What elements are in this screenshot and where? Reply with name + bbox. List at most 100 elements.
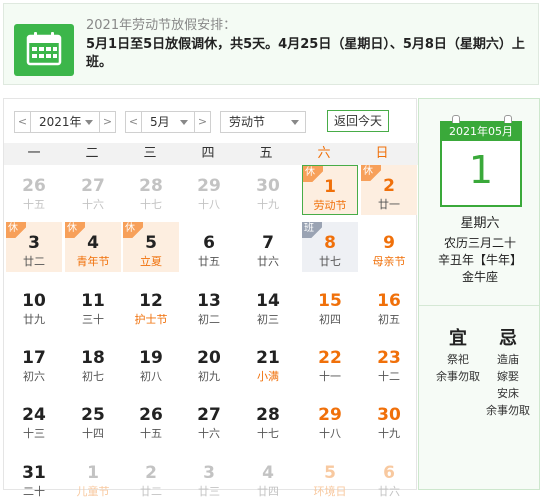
day-cell[interactable]: 9 母亲节 — [361, 222, 417, 272]
day-number: 27 — [81, 176, 105, 196]
day-number: 3 — [203, 462, 215, 483]
ji-list: 造庙 嫁娶 安床 余事勿取 — [480, 351, 536, 419]
prev-month-button[interactable]: < — [125, 111, 142, 133]
day-cell[interactable]: 26 十五 — [123, 394, 179, 444]
day-cell[interactable]: 27 十六 — [181, 394, 237, 444]
day-cell[interactable]: 班 8 廿七 — [302, 222, 358, 273]
day-number: 31 — [22, 462, 46, 483]
day-cell[interactable]: 11 三十 — [65, 280, 121, 330]
calendar-icon — [14, 24, 74, 76]
ji-item: 余事勿取 — [486, 404, 530, 417]
day-cell[interactable]: 28 十七 — [123, 165, 179, 215]
lunar-label: 廿四 — [257, 484, 279, 498]
lunar-label: 十八 — [319, 427, 341, 441]
day-cell[interactable]: 29 十八 — [181, 165, 237, 215]
day-number: 16 — [377, 290, 401, 311]
ji-title: 忌 — [499, 328, 517, 349]
divider — [419, 305, 539, 306]
day-number: 7 — [262, 233, 274, 254]
day-cell[interactable]: 18 初七 — [65, 337, 121, 387]
day-cell[interactable]: 4 廿四 — [240, 452, 296, 502]
day-cell[interactable]: 24 十三 — [6, 394, 62, 444]
prev-year-button[interactable]: < — [14, 111, 31, 133]
day-cell[interactable]: 1 儿童节 — [65, 452, 121, 502]
lunar-label: 三十 — [82, 312, 104, 326]
day-cell[interactable]: 休 2 廿一 — [361, 165, 417, 215]
day-cell[interactable]: 20 初九 — [181, 337, 237, 387]
day-cell[interactable]: 26 十五 — [6, 165, 62, 215]
next-year-button[interactable]: > — [99, 111, 116, 133]
lunar-label: 廿一 — [378, 198, 400, 211]
day-cell[interactable]: 17 初六 — [6, 337, 62, 387]
day-cell[interactable]: 休 3 廿二 — [6, 222, 62, 273]
ji-item: 安床 — [497, 387, 519, 400]
day-cell[interactable]: 29 十八 — [302, 394, 358, 444]
day-number: 29 — [318, 405, 342, 426]
yi-list: 祭祀 余事勿取 — [430, 351, 486, 385]
day-cell[interactable]: 7 廿六 — [240, 222, 296, 272]
day-cell[interactable]: 25 十四 — [65, 394, 121, 444]
year-select[interactable]: 2021年 — [30, 111, 100, 133]
day-number: 4 — [87, 233, 99, 254]
lunar-label: 廿二 — [140, 484, 162, 498]
lunar-label: 小满 — [257, 369, 279, 383]
lunar-label: 十九 — [257, 198, 279, 211]
weekday-label: 四 — [201, 146, 215, 161]
day-cell[interactable]: 休 5 立夏 — [123, 222, 179, 273]
chevron-down-icon — [180, 120, 188, 125]
lunar-label: 十九 — [378, 427, 400, 441]
next-month-button[interactable]: > — [194, 111, 211, 133]
month-select[interactable]: 5月 — [141, 111, 195, 133]
day-cell[interactable]: 休 4 青年节 — [65, 222, 121, 273]
day-number: 2 — [145, 462, 157, 483]
day-cell[interactable]: 3 廿三 — [181, 452, 237, 502]
day-number: 27 — [197, 405, 221, 426]
day-number: 5 — [324, 462, 336, 483]
weekday-label: 二 — [85, 146, 99, 161]
day-cell[interactable]: 22 十一 — [302, 337, 358, 387]
ji-item: 造庙 — [497, 353, 519, 366]
day-number: 20 — [197, 347, 221, 368]
lunar-label: 廿七 — [319, 255, 341, 269]
day-cell[interactable]: 28 十七 — [240, 394, 296, 444]
day-cell[interactable]: 12 护士节 — [123, 280, 179, 330]
back-to-today-button[interactable]: 返回今天 — [327, 110, 389, 132]
date-page-header: 2021年05月 — [442, 123, 520, 141]
day-cell[interactable]: 13 初二 — [181, 280, 237, 330]
lunar-label: 初四 — [319, 312, 341, 326]
day-cell[interactable]: 30 十九 — [240, 165, 296, 215]
day-cell[interactable]: 6 廿六 — [361, 452, 417, 502]
day-cell[interactable]: 30 十九 — [361, 394, 417, 444]
lunar-label: 初三 — [257, 312, 279, 326]
day-cell[interactable]: 31 二十 — [6, 452, 62, 502]
chevron-down-icon — [85, 120, 93, 125]
day-cell[interactable]: 6 廿五 — [181, 222, 237, 272]
date-page: 2021年05月 1 — [440, 115, 522, 207]
lunar-label: 十八 — [198, 198, 220, 211]
day-cell[interactable]: 21 小满 — [240, 337, 296, 387]
day-number: 30 — [256, 176, 280, 196]
day-number: 12 — [139, 290, 163, 311]
lunar-label: 初九 — [198, 369, 220, 383]
weekday-label: 三 — [143, 146, 157, 161]
day-cell[interactable]: 2 廿二 — [123, 452, 179, 502]
day-cell[interactable]: 19 初八 — [123, 337, 179, 387]
holiday-notice: 2021年劳动节放假安排： 5月1日至5日放假调休，共5天。4月25日（星期日）… — [3, 3, 539, 85]
calendar-toolbar: < 2021年 > < 5月 > 劳动节 返回今天 — [4, 99, 418, 141]
day-number: 30 — [377, 405, 401, 426]
day-number: 26 — [139, 405, 163, 426]
lunar-label: 青年节 — [76, 255, 110, 269]
day-cell[interactable]: 5 环境日 — [302, 452, 358, 502]
lunar-label: 初八 — [140, 369, 162, 383]
day-cell[interactable]: 16 初五 — [361, 280, 417, 330]
day-cell[interactable]: 14 初三 — [240, 280, 296, 330]
day-cell[interactable]: 休 1 劳动节 — [302, 165, 358, 215]
detail-zodiac: 金牛座 — [461, 270, 498, 284]
day-cell[interactable]: 15 初四 — [302, 280, 358, 330]
day-cell[interactable]: 23 十二 — [361, 337, 417, 387]
day-number: 5 — [145, 233, 157, 254]
holiday-select[interactable]: 劳动节 — [220, 111, 306, 133]
lunar-label: 廿三 — [198, 484, 220, 498]
day-cell[interactable]: 10 廿九 — [6, 280, 62, 330]
day-cell[interactable]: 27 十六 — [65, 165, 121, 215]
